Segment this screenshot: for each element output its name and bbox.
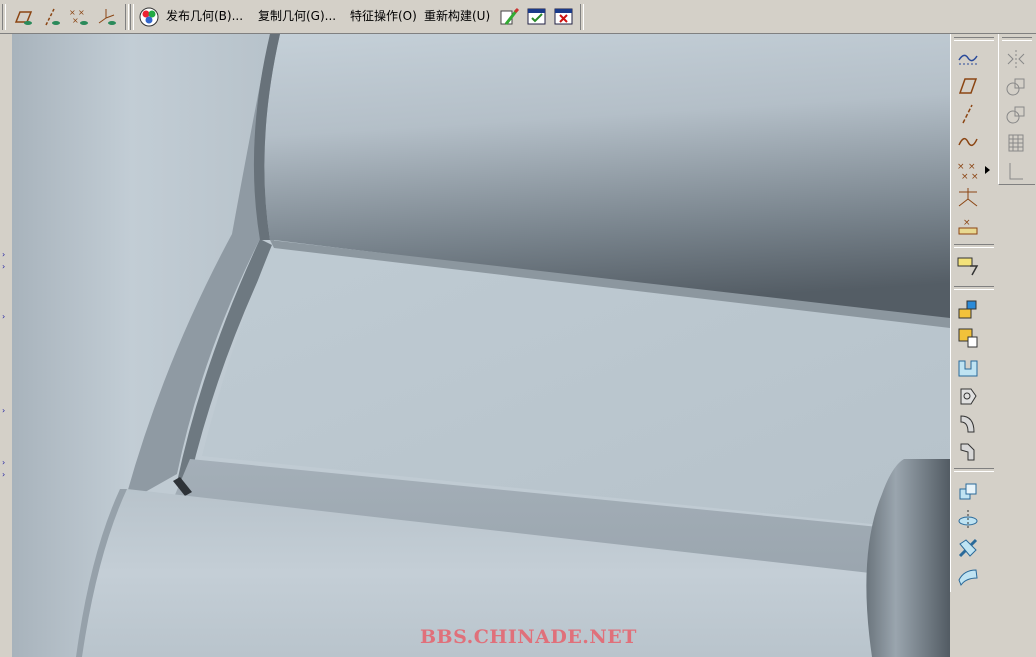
- menu-regenerate[interactable]: 重新构建(U): [424, 7, 490, 24]
- flyout-arrow-icon[interactable]: [985, 166, 991, 174]
- svg-text:×: ×: [72, 16, 79, 25]
- datum-plane-display-icon[interactable]: [12, 6, 34, 28]
- expand-arrow-icon[interactable]: ›: [2, 312, 5, 321]
- sketch-note-icon[interactable]: [956, 254, 980, 278]
- svg-text:×: ×: [963, 218, 971, 228]
- toolbar-separator: [125, 4, 129, 30]
- toolbar-separator: [580, 4, 584, 30]
- expand-arrow-icon[interactable]: ›: [2, 470, 5, 479]
- regenerate-edit-icon[interactable]: [498, 6, 520, 28]
- sweep-icon[interactable]: [956, 356, 980, 380]
- watermark-text: BBS.CHINADE.NET: [420, 626, 637, 648]
- toolbar-separator: [954, 286, 994, 290]
- svg-text:×: ×: [78, 8, 85, 17]
- datum-point-icon[interactable]: × × × ×: [956, 158, 980, 182]
- round-icon[interactable]: [956, 412, 980, 436]
- model-rendering: [12, 34, 950, 657]
- svg-text:×: ×: [957, 162, 965, 172]
- chamfer-icon[interactable]: [956, 440, 980, 464]
- top-toolbar: × × × 发布几何(B)... 复制几何(G)... 特征操作(O) 重新构建(…: [0, 0, 1036, 34]
- datum-curve-icon[interactable]: [956, 130, 980, 154]
- toolbar-separator: [954, 244, 994, 248]
- toolbar-separator: [954, 468, 994, 472]
- svg-text:×: ×: [961, 172, 969, 182]
- coordinate-system-display-icon[interactable]: [96, 6, 118, 28]
- mirror-icon[interactable]: [1005, 48, 1027, 70]
- expand-arrow-icon[interactable]: ›: [2, 458, 5, 467]
- expand-arrow-icon[interactable]: ›: [2, 406, 5, 415]
- hole-icon[interactable]: [956, 508, 980, 532]
- right-edit-toolbar: [998, 34, 1035, 185]
- menu-publish-geometry[interactable]: 发布几何(B)...: [166, 7, 243, 24]
- surface-icon[interactable]: [956, 564, 980, 588]
- draft-icon[interactable]: [956, 480, 980, 504]
- expand-arrow-icon[interactable]: ›: [2, 262, 5, 271]
- right-feature-toolbar: × × × × ×: [950, 34, 997, 592]
- menu-feature-operations[interactable]: 特征操作(O): [350, 7, 417, 24]
- right-dock-area: [996, 185, 1036, 657]
- svg-text:×: ×: [968, 162, 976, 172]
- toolbar-grip: [130, 4, 134, 30]
- pattern-icon[interactable]: [1005, 104, 1027, 126]
- toolbar-grip: [954, 37, 994, 41]
- datum-coordinate-system-icon[interactable]: [956, 186, 980, 210]
- copy-icon[interactable]: [1005, 76, 1027, 98]
- datum-axis-icon[interactable]: [956, 102, 980, 126]
- revolve-icon[interactable]: [956, 326, 980, 350]
- appearance-color-icon[interactable]: [138, 6, 160, 28]
- analysis-datum-icon[interactable]: ×: [956, 214, 980, 238]
- sketch-datum-curve-icon[interactable]: [956, 46, 980, 70]
- menu-copy-geometry[interactable]: 复制几何(G)...: [258, 7, 336, 24]
- table-icon[interactable]: [1005, 132, 1027, 154]
- svg-text:×: ×: [971, 172, 979, 182]
- window-activate-icon[interactable]: [526, 6, 548, 28]
- toolbar-grip: [2, 4, 6, 30]
- blend-icon[interactable]: [956, 384, 980, 408]
- datum-plane-icon[interactable]: [956, 74, 980, 98]
- expand-arrow-icon[interactable]: ›: [2, 250, 5, 259]
- datum-axis-display-icon[interactable]: [40, 6, 62, 28]
- window-close-icon[interactable]: [553, 6, 575, 28]
- datum-point-display-icon[interactable]: × × ×: [68, 6, 90, 28]
- toolbar-grip: [1002, 37, 1032, 41]
- shell-icon[interactable]: [956, 536, 980, 560]
- trim-icon[interactable]: [1005, 160, 1027, 182]
- model-viewport[interactable]: [12, 34, 950, 657]
- extrude-icon[interactable]: [956, 298, 980, 322]
